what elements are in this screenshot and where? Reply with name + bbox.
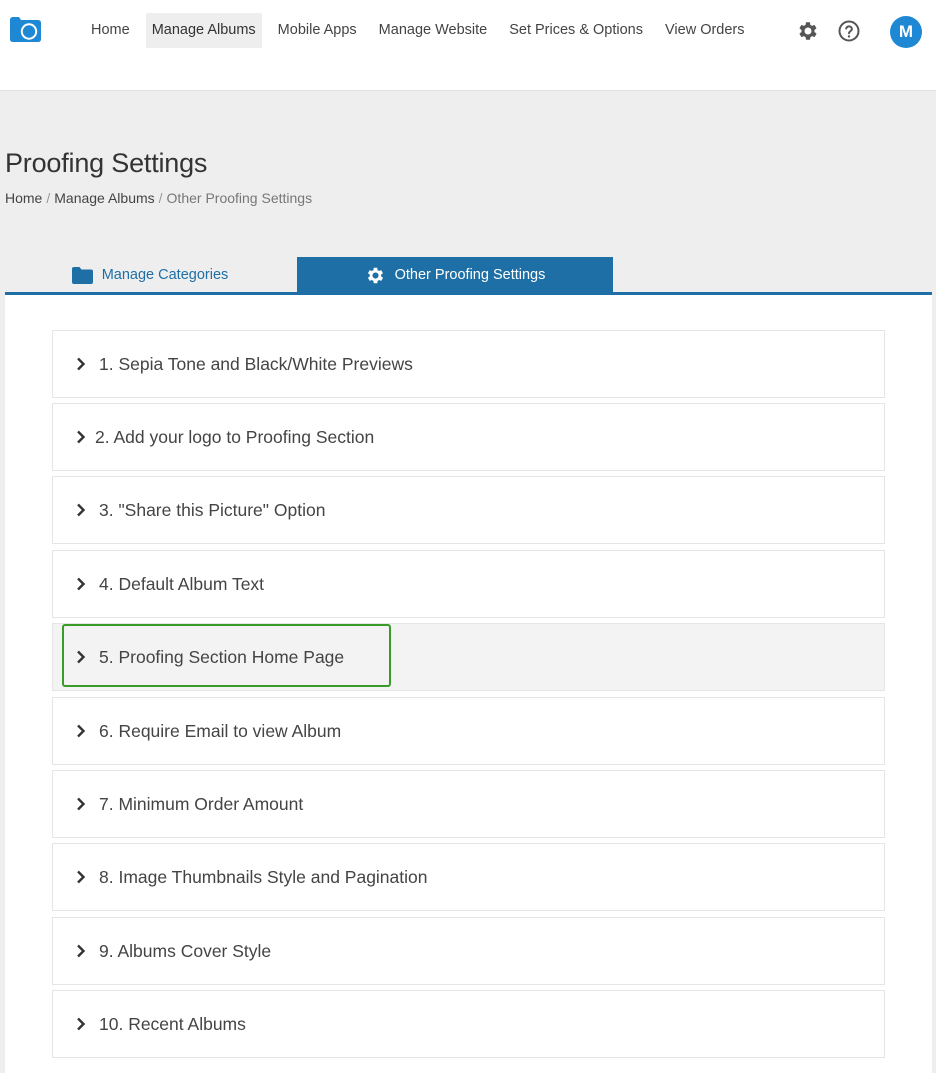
tab-manage-categories[interactable]: Manage Categories <box>52 257 248 293</box>
page-title: Proofing Settings <box>5 148 208 178</box>
accordion-item-share-picture[interactable]: 3. "Share this Picture" Option <box>52 476 885 544</box>
tab-other-proofing-settings[interactable]: Other Proofing Settings <box>297 257 613 293</box>
accordion-item-sepia-tone[interactable]: 1. Sepia Tone and Black/White Previews <box>52 330 885 398</box>
breadcrumb-current: Other Proofing Settings <box>166 190 313 206</box>
chevron-right-icon <box>77 430 86 444</box>
chevron-right-icon <box>77 870 86 884</box>
question-circle-icon[interactable] <box>837 19 861 43</box>
chevron-right-icon <box>77 650 86 664</box>
chevron-right-icon <box>77 1017 86 1031</box>
user-avatar[interactable]: M <box>890 16 922 48</box>
breadcrumb-manage-albums[interactable]: Manage Albums <box>54 190 154 206</box>
accordion-label: 3. "Share this Picture" Option <box>99 499 326 520</box>
accordion-label: 6. Require Email to view Album <box>99 720 342 741</box>
top-navigation-bar: Home Manage Albums Mobile Apps Manage We… <box>0 0 936 91</box>
accordion-label: 5. Proofing Section Home Page <box>99 646 345 667</box>
accordion-item-albums-cover-style[interactable]: 9. Albums Cover Style <box>52 917 885 985</box>
nav-mobile-apps[interactable]: Mobile Apps <box>272 13 363 48</box>
breadcrumb-separator: / <box>46 190 51 206</box>
chevron-right-icon <box>77 944 86 958</box>
nav-home[interactable]: Home <box>85 13 136 48</box>
accordion-item-add-logo[interactable]: 2. Add your logo to Proofing Section <box>52 403 885 471</box>
breadcrumb-home[interactable]: Home <box>5 190 42 206</box>
accordion-item-proofing-home-page[interactable]: 5. Proofing Section Home Page <box>52 623 885 691</box>
chevron-right-icon <box>77 797 86 811</box>
accordion-label: 4. Default Album Text <box>99 573 265 594</box>
accordion-label: 10. Recent Albums <box>99 1013 246 1034</box>
nav-set-prices-options[interactable]: Set Prices & Options <box>503 13 649 48</box>
tab-label: Other Proofing Settings <box>394 267 546 283</box>
accordion-label: 8. Image Thumbnails Style and Pagination <box>99 866 428 887</box>
nav-manage-albums[interactable]: Manage Albums <box>145 13 262 48</box>
breadcrumb-separator: / <box>158 190 163 206</box>
camera-logo-icon[interactable] <box>10 16 41 42</box>
accordion-item-require-email[interactable]: 6. Require Email to view Album <box>52 697 885 765</box>
breadcrumb: Home / Manage Albums / Other Proofing Settin… <box>5 190 312 206</box>
nav-manage-website[interactable]: Manage Website <box>373 13 494 48</box>
gear-icon[interactable] <box>796 19 820 43</box>
accordion-item-recent-albums[interactable]: 10. Recent Albums <box>52 990 885 1058</box>
chevron-right-icon <box>77 724 86 738</box>
chevron-right-icon <box>77 357 86 371</box>
accordion-label: 2. Add your logo to Proofing Section <box>95 426 375 447</box>
accordion-label: 9. Albums Cover Style <box>99 940 272 961</box>
chevron-right-icon <box>77 577 86 591</box>
nav-view-orders[interactable]: View Orders <box>659 13 751 48</box>
main-nav: Home Manage Albums Mobile Apps Manage We… <box>84 13 761 48</box>
folder-icon <box>71 266 93 284</box>
gear-icon <box>367 267 383 283</box>
accordion-label: 7. Minimum Order Amount <box>99 793 304 814</box>
chevron-right-icon <box>77 503 86 517</box>
tab-label: Manage Categories <box>101 267 229 283</box>
accordion-item-thumbnails-pagination[interactable]: 8. Image Thumbnails Style and Pagination <box>52 843 885 911</box>
accordion-item-minimum-order[interactable]: 7. Minimum Order Amount <box>52 770 885 838</box>
accordion-label: 1. Sepia Tone and Black/White Previews <box>99 353 413 374</box>
accordion-item-default-album-text[interactable]: 4. Default Album Text <box>52 550 885 618</box>
